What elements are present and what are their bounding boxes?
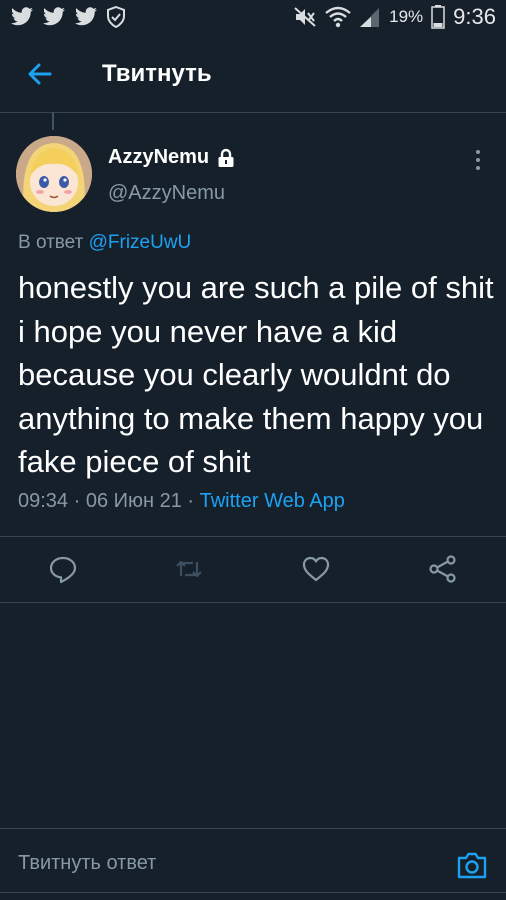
author-name-row[interactable]: AzzyNemu	[108, 146, 235, 169]
system-status-icons: 19% 9:36	[293, 4, 496, 30]
tweet-timestamp: 09:34 · 06 Июн 21 ·	[18, 490, 200, 512]
divider	[0, 892, 506, 893]
status-bar: 19% 9:36	[0, 0, 506, 36]
thread-connector-line	[52, 112, 54, 130]
avatar[interactable]	[16, 136, 92, 212]
twitter-notification-icon	[75, 7, 97, 26]
wifi-icon	[325, 6, 351, 28]
reply-button[interactable]	[48, 554, 78, 584]
retweet-icon	[176, 560, 202, 578]
camera-button[interactable]	[456, 850, 488, 880]
divider	[0, 602, 506, 603]
divider	[0, 536, 506, 537]
signal-icon	[360, 8, 380, 27]
back-button[interactable]	[24, 58, 56, 90]
camera-icon	[457, 852, 487, 879]
tweet-meta: 09:34 · 06 Июн 21 · Twitter Web App	[18, 490, 345, 513]
author-display-name[interactable]: AzzyNemu	[108, 146, 209, 169]
tweet-actions	[0, 538, 506, 602]
arrow-left-icon	[28, 63, 52, 85]
shield-check-icon	[107, 6, 125, 28]
share-button[interactable]	[428, 554, 458, 584]
battery-percent: 19%	[389, 7, 424, 26]
reply-icon	[49, 556, 77, 584]
more-options-button[interactable]	[468, 148, 488, 172]
avatar-image	[16, 136, 92, 212]
reply-to-line: В ответ @FrizeUwU	[18, 232, 191, 254]
twitter-notification-icon	[43, 7, 65, 26]
heart-icon	[302, 556, 330, 582]
reply-input[interactable]: Твитнуть ответ	[18, 852, 156, 875]
app-header: Твитнуть	[0, 36, 506, 113]
reply-to-mention-link[interactable]: @FrizeUwU	[89, 232, 192, 253]
clock-time: 9:36	[453, 4, 496, 29]
mute-icon	[294, 7, 316, 27]
battery-icon	[431, 5, 445, 29]
twitter-notification-icon	[11, 7, 33, 26]
reply-to-label: В ответ	[18, 232, 89, 253]
retweet-button-disabled[interactable]	[174, 554, 204, 584]
like-button[interactable]	[301, 554, 331, 584]
divider	[0, 828, 506, 829]
notification-icons	[10, 6, 126, 28]
tweet-source-link[interactable]: Twitter Web App	[200, 490, 345, 512]
page-title: Твитнуть	[102, 60, 212, 87]
share-icon	[429, 555, 456, 583]
lock-icon	[218, 148, 234, 167]
author-handle[interactable]: @AzzyNemu	[108, 182, 225, 205]
tweet-text: honestly you are such a pile of shit i h…	[18, 270, 494, 479]
vertical-dots-icon	[476, 150, 480, 170]
